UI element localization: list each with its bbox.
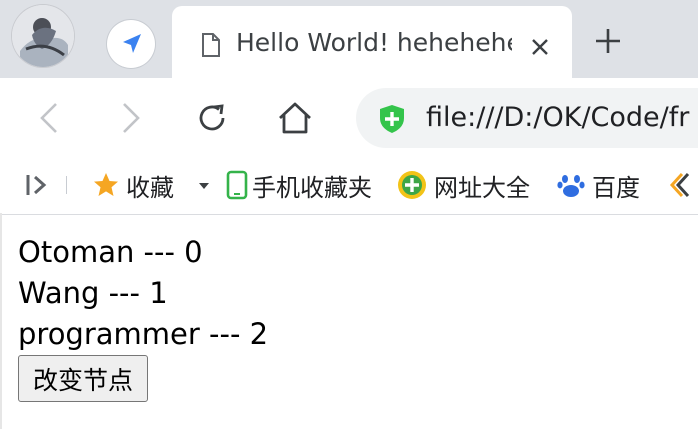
reload-icon[interactable] xyxy=(194,100,230,136)
navigation-extension-button[interactable] xyxy=(107,20,155,68)
active-tab[interactable]: Hello World! hehehehehe xyxy=(172,6,572,78)
sidebar-toggle-icon[interactable] xyxy=(24,172,50,198)
new-tab-icon[interactable] xyxy=(593,26,623,56)
list-item: Wang --- 1 xyxy=(18,276,168,310)
tab-strip: Hello World! hehehehehe xyxy=(0,0,698,78)
mobile-phone-icon xyxy=(226,170,248,200)
bookmark-label: 网址大全 xyxy=(434,173,530,202)
browser-toolbar: file:///D:/OK/Code/fr xyxy=(0,78,698,156)
bookmark-site-directory[interactable]: 网址大全 xyxy=(396,168,530,202)
home-icon[interactable] xyxy=(276,99,314,137)
bookmark-label: 收藏 xyxy=(126,173,174,202)
tab-title: Hello World! hehehehehe xyxy=(236,28,512,57)
back-icon[interactable] xyxy=(34,100,64,136)
bookmarks-divider xyxy=(66,176,67,194)
bookmark-favorites[interactable]: 收藏 xyxy=(92,168,174,202)
avatar-image xyxy=(12,5,74,67)
bookmark-mobile-favorites[interactable]: 手机收藏夹 xyxy=(226,168,372,202)
page-content: Otoman --- 0 Wang --- 1 programmer --- 2… xyxy=(18,232,268,402)
security-shield-icon xyxy=(380,105,404,133)
bookmark-label: 百度 xyxy=(592,173,640,202)
list-item: Otoman --- 0 xyxy=(18,235,203,269)
page-left-edge xyxy=(0,213,2,429)
profile-avatar[interactable] xyxy=(12,5,74,67)
bookmark-partial-icon[interactable] xyxy=(668,170,698,200)
address-bar[interactable]: file:///D:/OK/Code/fr xyxy=(356,88,698,148)
forward-icon[interactable] xyxy=(116,100,146,136)
baidu-paw-icon xyxy=(557,175,585,197)
dropdown-arrow-icon[interactable] xyxy=(197,180,211,192)
bookmark-baidu[interactable]: 百度 xyxy=(556,168,640,202)
list-item: programmer --- 2 xyxy=(18,317,269,351)
bookmarks-bar: 收藏 手机收藏夹 网址大全 百度 xyxy=(0,156,698,215)
page-document-icon xyxy=(202,33,220,57)
site-directory-icon xyxy=(398,171,426,199)
close-tab-icon[interactable] xyxy=(527,34,553,60)
location-arrow-icon xyxy=(123,34,141,53)
url-text: file:///D:/OK/Code/fr xyxy=(426,102,690,133)
star-icon xyxy=(94,173,118,196)
change-node-button[interactable]: 改变节点 xyxy=(18,355,149,402)
bookmark-label: 手机收藏夹 xyxy=(252,173,372,202)
